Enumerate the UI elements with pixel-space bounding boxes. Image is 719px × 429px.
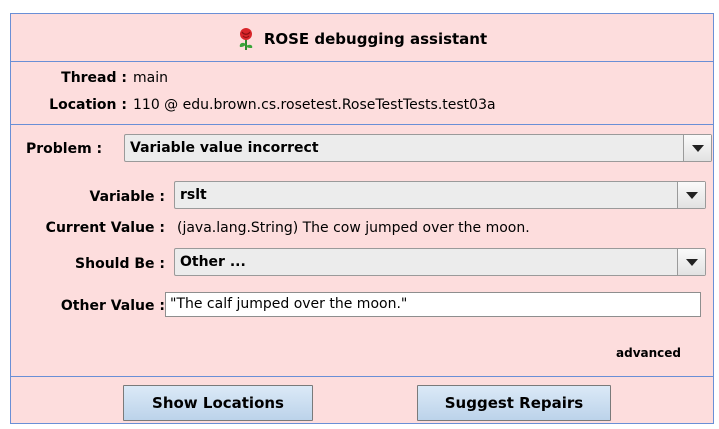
- window-title: ROSE debugging assistant: [263, 30, 488, 48]
- other-value-input[interactable]: "The calf jumped over the moon.": [165, 292, 701, 317]
- variable-dropdown-button[interactable]: [677, 182, 705, 208]
- rose-icon: [239, 28, 253, 50]
- chevron-down-icon: [685, 191, 698, 199]
- chevron-down-icon: [691, 144, 704, 152]
- assistant-panel: ROSE debugging assistant Thread : main L…: [10, 13, 714, 424]
- problem-selected: Variable value incorrect: [130, 140, 319, 156]
- divider: [11, 124, 713, 125]
- divider: [11, 376, 713, 377]
- current-value-text: (java.lang.String) The cow jumped over t…: [177, 220, 530, 236]
- thread-label: Thread :: [61, 70, 127, 86]
- variable-dropdown[interactable]: rslt: [174, 181, 706, 209]
- should-be-label: Should Be :: [75, 256, 165, 272]
- should-be-dropdown[interactable]: Other ...: [174, 248, 706, 276]
- problem-dropdown-button[interactable]: [683, 135, 711, 161]
- other-value-label: Other Value :: [60, 298, 165, 314]
- variable-selected: rslt: [180, 187, 207, 203]
- current-value-label: Current Value :: [45, 220, 165, 236]
- should-be-dropdown-button[interactable]: [677, 249, 705, 275]
- thread-value: main: [133, 70, 168, 86]
- chevron-down-icon: [685, 258, 698, 266]
- problem-dropdown[interactable]: Variable value incorrect: [124, 134, 712, 162]
- should-be-selected: Other ...: [180, 254, 246, 270]
- header: ROSE debugging assistant: [11, 24, 713, 54]
- advanced-link[interactable]: advanced: [616, 346, 681, 360]
- show-locations-button[interactable]: Show Locations: [123, 385, 313, 421]
- variable-label: Variable :: [89, 189, 165, 205]
- location-value: 110 @ edu.brown.cs.rosetest.RoseTestTest…: [133, 97, 496, 113]
- problem-label: Problem :: [26, 141, 103, 157]
- suggest-repairs-button[interactable]: Suggest Repairs: [417, 385, 611, 421]
- divider: [11, 61, 713, 62]
- location-label: Location :: [49, 97, 127, 113]
